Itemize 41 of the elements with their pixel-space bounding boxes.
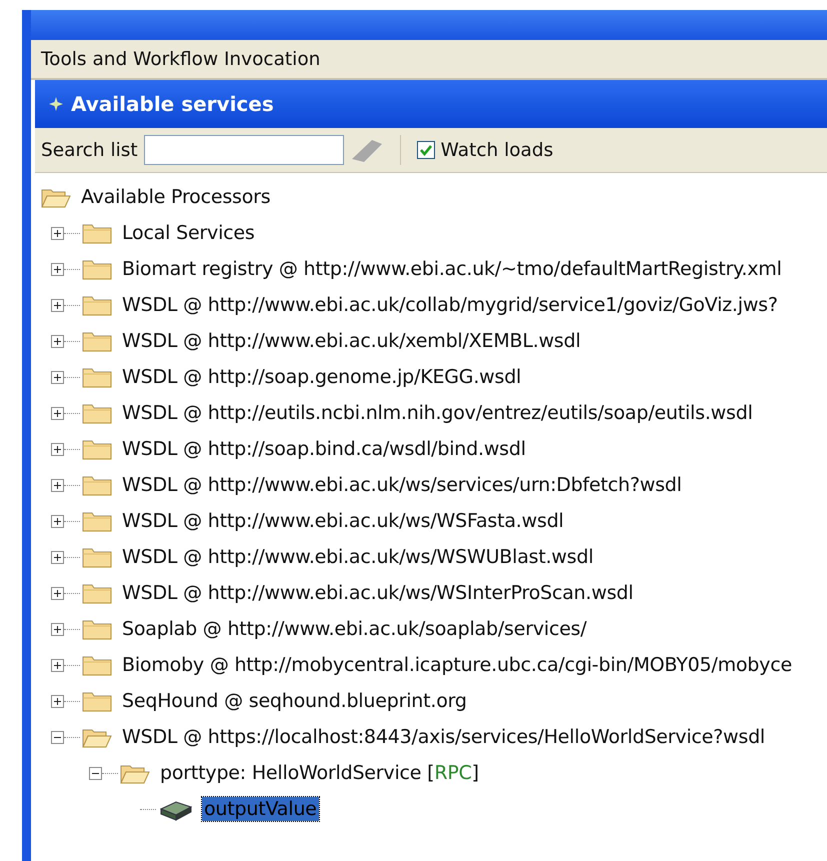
tree-item[interactable]: outputValue	[202, 797, 319, 821]
tree-item[interactable]: WSDL @ http://www.ebi.ac.uk/xembl/XEMBL.wsdl	[120, 329, 583, 353]
tree-item[interactable]: WSDL @ http://eutils.ncbi.nlm.nih.gov/entrez/eutils/soap/eutils.wsdl	[120, 401, 755, 425]
tree-item[interactable]: Available Processors	[79, 185, 272, 209]
tree-item[interactable]: SeqHound @ seqhound.blueprint.org	[120, 689, 469, 713]
expand-toggle[interactable]	[51, 658, 64, 672]
tree-item[interactable]: Soaplab @ http://www.ebi.ac.uk/soaplab/services/	[120, 617, 589, 641]
search-field[interactable]	[144, 135, 344, 165]
collapse-toggle[interactable]	[51, 730, 64, 744]
expand-toggle[interactable]	[51, 514, 64, 528]
tree-item[interactable]: WSDL @ http://soap.genome.jp/KEGG.wsdl	[120, 365, 524, 389]
expand-toggle[interactable]	[51, 226, 64, 240]
tree-item[interactable]: porttype: HelloWorldService [RPC]	[158, 761, 481, 785]
expand-toggle[interactable]	[51, 334, 64, 348]
expand-toggle[interactable]	[51, 370, 64, 384]
panel-title: Available services	[71, 92, 274, 116]
tree-item[interactable]: Biomart registry @ http://www.ebi.ac.uk/~tmo/defaultMartRegistry.xml	[120, 257, 784, 281]
expand-toggle[interactable]	[51, 406, 64, 420]
tree-item[interactable]: Biomoby @ http://mobycentral.icapture.ubc.ca/cgi-bin/MOBY05/mobyce	[120, 653, 794, 677]
expand-toggle[interactable]	[51, 694, 64, 708]
tree-item[interactable]: WSDL @ http://www.ebi.ac.uk/ws/WSWUBlast.wsdl	[120, 545, 596, 569]
tree-item[interactable]: WSDL @ https://localhost:8443/axis/services/HelloWorldService?wsdl	[120, 725, 768, 749]
watch-loads-checkbox[interactable]: Watch loads	[416, 140, 554, 160]
search-label: Search list	[41, 140, 138, 160]
tree-item[interactable]: WSDL @ http://www.ebi.ac.uk/collab/mygrid/service1/goviz/GoViz.jws?	[120, 293, 780, 317]
tree-item[interactable]: WSDL @ http://soap.bind.ca/wsdl/bind.wsdl	[120, 437, 528, 461]
expand-toggle[interactable]	[51, 442, 64, 456]
expand-toggle[interactable]	[51, 262, 64, 276]
menu-title: Tools and Workflow Invocation	[41, 48, 320, 70]
expand-toggle[interactable]	[51, 478, 64, 492]
tree-item[interactable]: WSDL @ http://www.ebi.ac.uk/ws/WSFasta.wsdl	[120, 509, 566, 533]
tree-item[interactable]: Local Services	[120, 221, 257, 245]
tree-item[interactable]: WSDL @ http://www.ebi.ac.uk/ws/services/urn:Dbfetch?wsdl	[120, 473, 684, 497]
check-icon	[418, 143, 433, 157]
expand-toggle[interactable]	[51, 586, 64, 600]
expand-toggle[interactable]	[51, 550, 64, 564]
tree-item[interactable]: WSDL @ http://www.ebi.ac.uk/ws/WSInterProScan.wsdl	[120, 581, 636, 605]
star-icon	[49, 97, 63, 111]
expand-toggle[interactable]	[51, 622, 64, 636]
expand-toggle[interactable]	[51, 298, 64, 312]
collapse-toggle[interactable]	[89, 766, 102, 780]
